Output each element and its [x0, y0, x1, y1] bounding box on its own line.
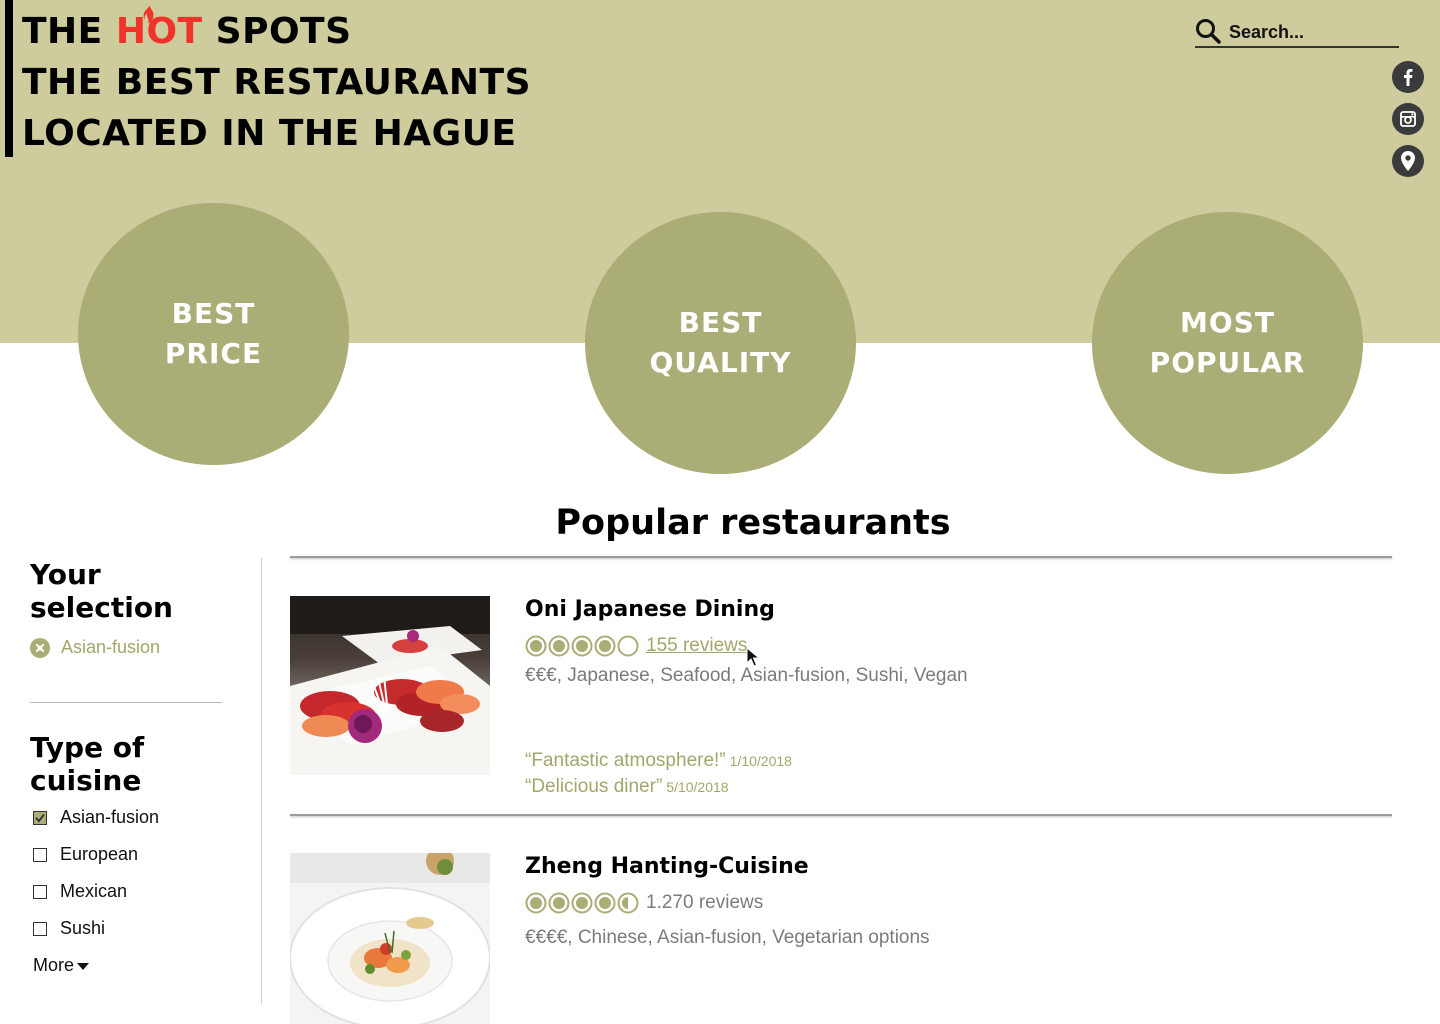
instagram-link[interactable]: [1392, 103, 1424, 135]
rating-full-icon: [594, 892, 616, 914]
more-cuisines-toggle[interactable]: More: [33, 955, 90, 976]
reviews-count[interactable]: 1.270 reviews: [646, 892, 763, 914]
review-quote: “Fantastic atmosphere!” 1/10/2018: [525, 750, 792, 771]
checkbox[interactable]: [33, 921, 47, 936]
reviews-link[interactable]: 155 reviews: [646, 635, 747, 657]
rating-row: 1.270 reviews: [525, 892, 763, 914]
search-icon[interactable]: [1195, 18, 1221, 44]
rating-full-icon: [571, 635, 593, 657]
brand-line-1: THE HOT SPOTS: [22, 5, 531, 57]
category-best-quality[interactable]: BEST QUALITY: [585, 212, 856, 474]
brand-line-3: LOCATED IN THE HAGUE: [22, 113, 517, 154]
flame-icon: [143, 5, 154, 23]
restaurant-name[interactable]: Zheng Hanting-Cuisine: [525, 853, 809, 881]
search-bar: [1195, 18, 1399, 48]
cuisine-option-mexican[interactable]: Mexican: [33, 881, 127, 902]
section-title: Popular restaurants: [555, 503, 951, 543]
selected-filter-asian-fusion[interactable]: Asian-fusion: [30, 637, 160, 658]
cuisine-option-european[interactable]: European: [33, 844, 138, 865]
rating-full-icon: [548, 635, 570, 657]
restaurant-name[interactable]: Oni Japanese Dining: [525, 596, 775, 624]
caret-down-icon: [77, 963, 90, 970]
restaurant-tags: €€€, Japanese, Seafood, Asian-fusion, Su…: [525, 665, 968, 686]
category-most-popular[interactable]: MOST POPULAR: [1092, 212, 1363, 474]
cuisine-option-sushi[interactable]: Sushi: [33, 918, 105, 939]
search-input[interactable]: [1229, 20, 1397, 44]
restaurant-tags: €€€€, Chinese, Asian-fusion, Vegetarian …: [525, 927, 930, 948]
facebook-icon: [1404, 69, 1413, 86]
remove-filter-icon[interactable]: [30, 637, 50, 658]
restaurant-divider: [290, 814, 1392, 816]
review-quote: “Delicious diner” 5/10/2018: [525, 776, 729, 797]
section-divider: [290, 556, 1392, 558]
brand-line-2: THE BEST RESTAURANTS: [22, 62, 532, 103]
selection-heading: Your selection: [30, 558, 173, 624]
brand-accent-bar: [5, 0, 13, 157]
rating-full-icon: [594, 635, 616, 657]
rating-full-icon: [525, 892, 547, 914]
instagram-icon: [1400, 111, 1416, 127]
rating-full-icon: [525, 635, 547, 657]
sidebar-divider: [30, 702, 222, 703]
brand-title: THE HOT SPOTS THE BEST RESTAURANTS LOCAT…: [22, 5, 532, 159]
rating-empty-icon: [617, 635, 639, 657]
checkbox[interactable]: [33, 884, 47, 899]
cuisine-option-asian-fusion[interactable]: Asian-fusion: [33, 807, 159, 828]
location-pin-icon: [1401, 151, 1415, 171]
category-best-price[interactable]: BEST PRICE: [78, 203, 349, 465]
rating-row: 155 reviews: [525, 635, 747, 657]
location-link[interactable]: [1392, 145, 1424, 177]
rating-full-icon: [571, 892, 593, 914]
sidebar-separator: [261, 558, 262, 1004]
restaurant-photo-zheng[interactable]: [290, 853, 490, 1024]
facebook-link[interactable]: [1392, 61, 1424, 93]
checkbox-checked[interactable]: [33, 810, 47, 825]
brand-hot-word: HOT: [116, 5, 203, 52]
rating-full-icon: [548, 892, 570, 914]
rating-half-icon: [617, 892, 639, 914]
mouse-cursor-icon: [746, 647, 760, 667]
restaurant-photo-oni[interactable]: [290, 596, 490, 775]
checkbox[interactable]: [33, 847, 47, 862]
cuisine-heading: Type of cuisine: [30, 731, 145, 797]
